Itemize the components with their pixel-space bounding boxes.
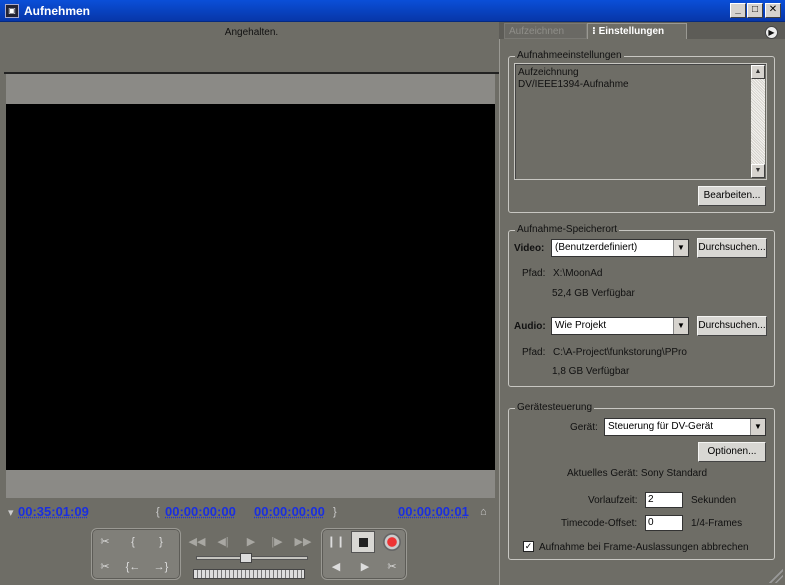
batch-icon[interactable]: ✂ <box>381 557 403 577</box>
timecode-offset-input[interactable]: 0 <box>645 515 683 531</box>
audio-location-value: Wie Projekt <box>555 320 607 331</box>
playhead-icon: ▾ <box>8 507 14 519</box>
jog-wheel[interactable] <box>193 569 305 579</box>
capture-settings-list[interactable]: Aufzeichnung DV/IEEE1394-Aufnahme ▲ ▼ <box>514 63 767 180</box>
abort-on-dropped-frames-label: Aufnahme bei Frame-Auslassungen abbreche… <box>539 542 749 553</box>
go-to-out-icon[interactable]: } <box>150 532 172 552</box>
window-title: Aufnehmen <box>24 4 90 18</box>
safe-margin-top <box>6 74 495 104</box>
options-button[interactable]: Optionen... <box>698 442 766 462</box>
storage-legend: Aufnahme-Speicherort <box>515 224 620 235</box>
abort-on-dropped-frames-checkbox[interactable]: ✓ <box>523 541 534 552</box>
go-to-in-icon[interactable]: { <box>122 532 144 552</box>
audio-location-select[interactable]: Wie Projekt ▼ <box>551 317 689 335</box>
video-location-select[interactable]: (Benutzerdefiniert) ▼ <box>551 239 689 257</box>
mark-in-icon[interactable]: {← <box>122 557 144 577</box>
audio-free-space: 1,8 GB Verfügbar <box>552 366 630 377</box>
tab-settings[interactable]: ⁝ Einstellungen <box>587 23 687 39</box>
panel-menu-icon[interactable]: ▶ <box>765 26 778 39</box>
audio-path: C:\A-Project\funkstorung\PPro <box>553 347 687 358</box>
device-label: Gerät: <box>570 422 598 433</box>
tab-bar: Aufzeichnen ⁝ Einstellungen <box>499 22 785 39</box>
rewind-icon[interactable]: ◀◀ <box>186 532 208 552</box>
audio-path-label: Pfad: <box>522 347 546 358</box>
list-scrollbar[interactable]: ▲ ▼ <box>751 65 765 178</box>
shuttle-handle[interactable] <box>240 553 252 563</box>
mark-out-icon[interactable]: →} <box>150 557 172 577</box>
scene-forward-icon[interactable]: ▶ <box>354 557 376 577</box>
set-in-icon[interactable]: ✂ <box>94 532 116 552</box>
video-free-space: 52,4 GB Verfügbar <box>552 288 635 299</box>
app-icon: ▣ <box>5 4 19 18</box>
video-path-label: Pfad: <box>522 268 546 279</box>
scroll-up-icon[interactable]: ▲ <box>751 65 765 79</box>
in-point-timecode[interactable]: 00:00:00:00 <box>165 504 236 519</box>
tab-settings-label: Einstellungen <box>598 26 665 37</box>
device-control-legend: Gerätesteuerung <box>515 402 595 413</box>
fast-forward-icon[interactable]: ▶▶ <box>292 532 314 552</box>
video-browse-button[interactable]: Durchsuchen... <box>697 238 767 258</box>
scroll-down-icon[interactable]: ▼ <box>751 164 765 178</box>
current-timecode[interactable]: 00:35:01:09 <box>18 504 89 519</box>
chevron-down-icon: ▼ <box>750 419 765 435</box>
resize-grip[interactable] <box>769 569 783 583</box>
in-point-icon: { <box>156 506 160 518</box>
monitor-header: Angehalten. <box>4 22 499 72</box>
list-item: DV/IEEE1394-Aufnahme <box>518 79 629 90</box>
video-preview <box>6 104 495 470</box>
safe-margin-bottom <box>6 470 495 498</box>
current-device: Aktuelles Gerät: Sony Standard <box>567 468 708 479</box>
timecode-offset-unit: 1/4-Frames <box>691 518 743 529</box>
list-item: Aufzeichnung <box>518 67 579 78</box>
device-select[interactable]: Steuerung für DV-Gerät ▼ <box>604 418 766 436</box>
video-location-value: (Benutzerdefiniert) <box>555 242 638 253</box>
chevron-down-icon: ▼ <box>673 318 688 334</box>
out-point-timecode[interactable]: 00:00:00:00 <box>254 504 325 519</box>
record-button[interactable] <box>383 533 401 551</box>
maximize-button[interactable]: □ <box>747 3 763 18</box>
minimize-button[interactable]: _ <box>730 3 746 18</box>
video-label: Video: <box>514 243 545 254</box>
shuttle-track[interactable] <box>196 556 308 560</box>
duration-timecode[interactable]: 00:00:00:01 <box>398 504 469 519</box>
out-point-icon: } <box>333 506 337 518</box>
edit-button[interactable]: Bearbeiten... <box>698 186 766 206</box>
timecode-offset-label: Timecode-Offset: <box>561 518 638 529</box>
preroll-label: Vorlaufzeit: <box>588 495 638 506</box>
audio-browse-button[interactable]: Durchsuchen... <box>697 316 767 336</box>
preroll-unit: Sekunden <box>691 495 737 506</box>
step-back-icon[interactable]: ◀| <box>212 532 234 552</box>
title-bar: ▣ Aufnehmen _ □ ✕ <box>0 0 785 22</box>
scene-back-icon[interactable]: ◀ <box>325 557 347 577</box>
step-forward-icon[interactable]: |▶ <box>266 532 288 552</box>
video-path: X:\MoonAd <box>553 268 603 279</box>
pause-icon[interactable]: ❙❙ <box>325 532 347 552</box>
set-out-icon[interactable]: ✂ <box>94 557 116 577</box>
device-value: Steuerung für DV-Gerät <box>608 421 714 432</box>
duration-icon: ⌂ <box>480 506 487 518</box>
audio-label: Audio: <box>514 321 546 332</box>
preroll-input[interactable]: 2 <box>645 492 683 508</box>
close-button[interactable]: ✕ <box>765 3 781 18</box>
tab-grip-icon: ⁝ <box>592 26 599 37</box>
tab-protocol[interactable]: Aufzeichnen <box>504 23 587 39</box>
chevron-down-icon: ▼ <box>673 240 688 256</box>
capture-settings-legend: Aufnahmeeinstellungen <box>515 50 624 61</box>
stop-button[interactable] <box>351 531 375 553</box>
status-text: Angehalten. <box>224 27 279 38</box>
play-icon[interactable]: ▶ <box>240 532 262 552</box>
